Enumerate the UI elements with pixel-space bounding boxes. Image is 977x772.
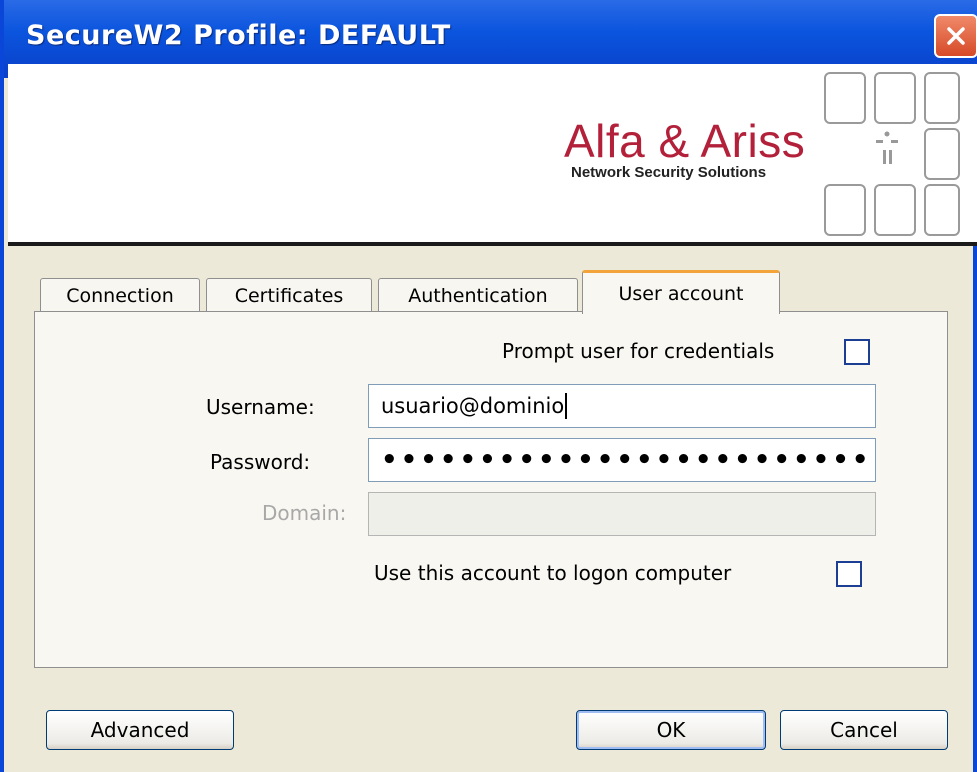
logo-box-decoration [924,128,960,180]
cancel-button[interactable]: Cancel [780,710,948,750]
tab-authentication[interactable]: Authentication [378,278,578,312]
close-button[interactable] [934,14,977,58]
logo-box-decoration [924,184,960,236]
logon-computer-label: Use this account to logon computer [374,561,732,585]
logo-mark-icon [876,131,898,164]
password-value: ••••••••••••••••••••••••• [381,445,872,475]
text-cursor [565,393,568,419]
username-input[interactable]: usuario@dominio [368,384,876,428]
logo-box-decoration [824,184,866,236]
tab-label: Authentication [408,284,548,307]
prompt-credentials-checkbox[interactable] [844,339,870,365]
tab-user-account[interactable]: User account [582,270,780,314]
tab-label: User account [618,282,744,305]
button-label: Advanced [90,718,190,742]
tab-label: Certificates [234,284,344,307]
logo-box-decoration [874,72,916,124]
tab-certificates[interactable]: Certificates [206,278,372,312]
brand-name: Alfa & Ariss [564,115,806,167]
password-label: Password: [210,450,311,474]
username-value: usuario@dominio [381,394,565,418]
logo-box-decoration [824,72,866,124]
password-input[interactable]: ••••••••••••••••••••••••• [368,438,876,482]
tab-label: Connection [66,284,174,307]
logo-box-decoration [874,184,916,236]
tab-panel [34,311,948,668]
dialog-window: SecureW2 Profile: DEFAULT Alfa & Ariss N… [0,0,977,772]
prompt-credentials-label: Prompt user for credentials [502,339,775,363]
banner-divider [8,242,977,246]
domain-input [368,492,876,536]
button-label: Cancel [830,718,898,742]
brand-tagline: Network Security Solutions [571,164,767,181]
domain-label: Domain: [262,501,347,525]
username-label: Username: [206,395,315,419]
button-label: OK [656,718,686,742]
tab-connection[interactable]: Connection [40,278,200,312]
ok-button[interactable]: OK [576,710,766,750]
logon-computer-checkbox[interactable] [836,561,862,587]
window-title: SecureW2 Profile: DEFAULT [26,20,451,51]
close-icon [947,27,965,45]
logo-box-decoration [924,72,960,124]
advanced-button[interactable]: Advanced [46,710,234,750]
